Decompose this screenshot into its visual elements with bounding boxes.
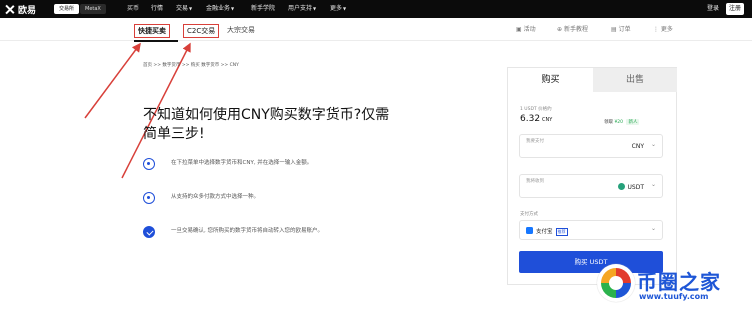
usdt-coin-icon: [617, 183, 625, 190]
chevron-down-icon[interactable]: ⌄: [651, 181, 656, 188]
price-value: 6.32 CNY: [520, 114, 553, 124]
page-title: 不知道如何使用CNY购买数字货币?仅需简单三步!: [143, 107, 390, 142]
reward-badge: 新人: [626, 119, 640, 125]
payment-method-label: 支付方式: [520, 212, 538, 217]
trade-panel: 购买 出售 1 USDT 价格约 6.32 CNY 领取 ¥20 新人 我要支付 …: [507, 67, 677, 285]
recommended-badge: 推荐: [555, 228, 568, 236]
breadcrumb: 首页 >> 数字货币 >> 购买 数字货币 >> CNY: [143, 63, 239, 68]
watermark-logo: [597, 264, 635, 302]
chevron-down-icon[interactable]: ⌄: [651, 225, 656, 232]
receive-field-label: 我将收到: [526, 179, 544, 184]
pay-currency-selector[interactable]: CNY: [632, 143, 644, 150]
site-watermark: 币圈之家 www.tuufy.com: [597, 264, 747, 308]
receive-currency-selector[interactable]: USDT: [617, 183, 644, 191]
pay-amount-field[interactable]: 我要支付 CNY ⌄: [519, 134, 663, 158]
step-1: 在下拉菜单中选择数字货币和CNY, 并在选择一输入金额。: [143, 158, 373, 178]
watermark-title: 币圈之家: [637, 270, 721, 294]
payment-method-selector[interactable]: 支付宝 推荐 ⌄: [519, 220, 663, 240]
tab-sell[interactable]: 出售: [593, 68, 677, 92]
newcomer-reward[interactable]: 领取 ¥20 新人: [604, 119, 640, 125]
tab-buy[interactable]: 购买: [508, 68, 593, 92]
chevron-down-icon[interactable]: ⌄: [651, 141, 656, 148]
step-1-text: 在下拉菜单中选择数字货币和CNY, 并在选择一输入金额。: [171, 160, 313, 166]
receive-amount-field[interactable]: 我将收到 USDT ⌄: [519, 174, 663, 198]
payment-method-value: 支付宝 推荐: [526, 227, 568, 236]
pay-field-label: 我要支付: [526, 139, 544, 144]
step-2: 从支持的众多付款方式中选择一种。: [143, 192, 373, 212]
step-3-text: 一旦交易确认, 您所购买的数字货币将自动转入您的欧易账户。: [171, 228, 323, 234]
step-2-text: 从支持的众多付款方式中选择一种。: [171, 194, 260, 200]
price-label: 1 USDT 价格约: [520, 107, 552, 112]
alipay-icon: [526, 227, 533, 234]
checkmark-icon: [143, 226, 155, 238]
step-3: 一旦交易确认, 您所购买的数字货币将自动转入您的欧易账户。: [143, 226, 373, 246]
radio-dot-icon: [143, 192, 155, 204]
watermark-url: www.tuufy.com: [639, 292, 709, 301]
radio-dot-icon: [143, 158, 155, 170]
annotation-arrow-quick-trade: [84, 42, 141, 119]
